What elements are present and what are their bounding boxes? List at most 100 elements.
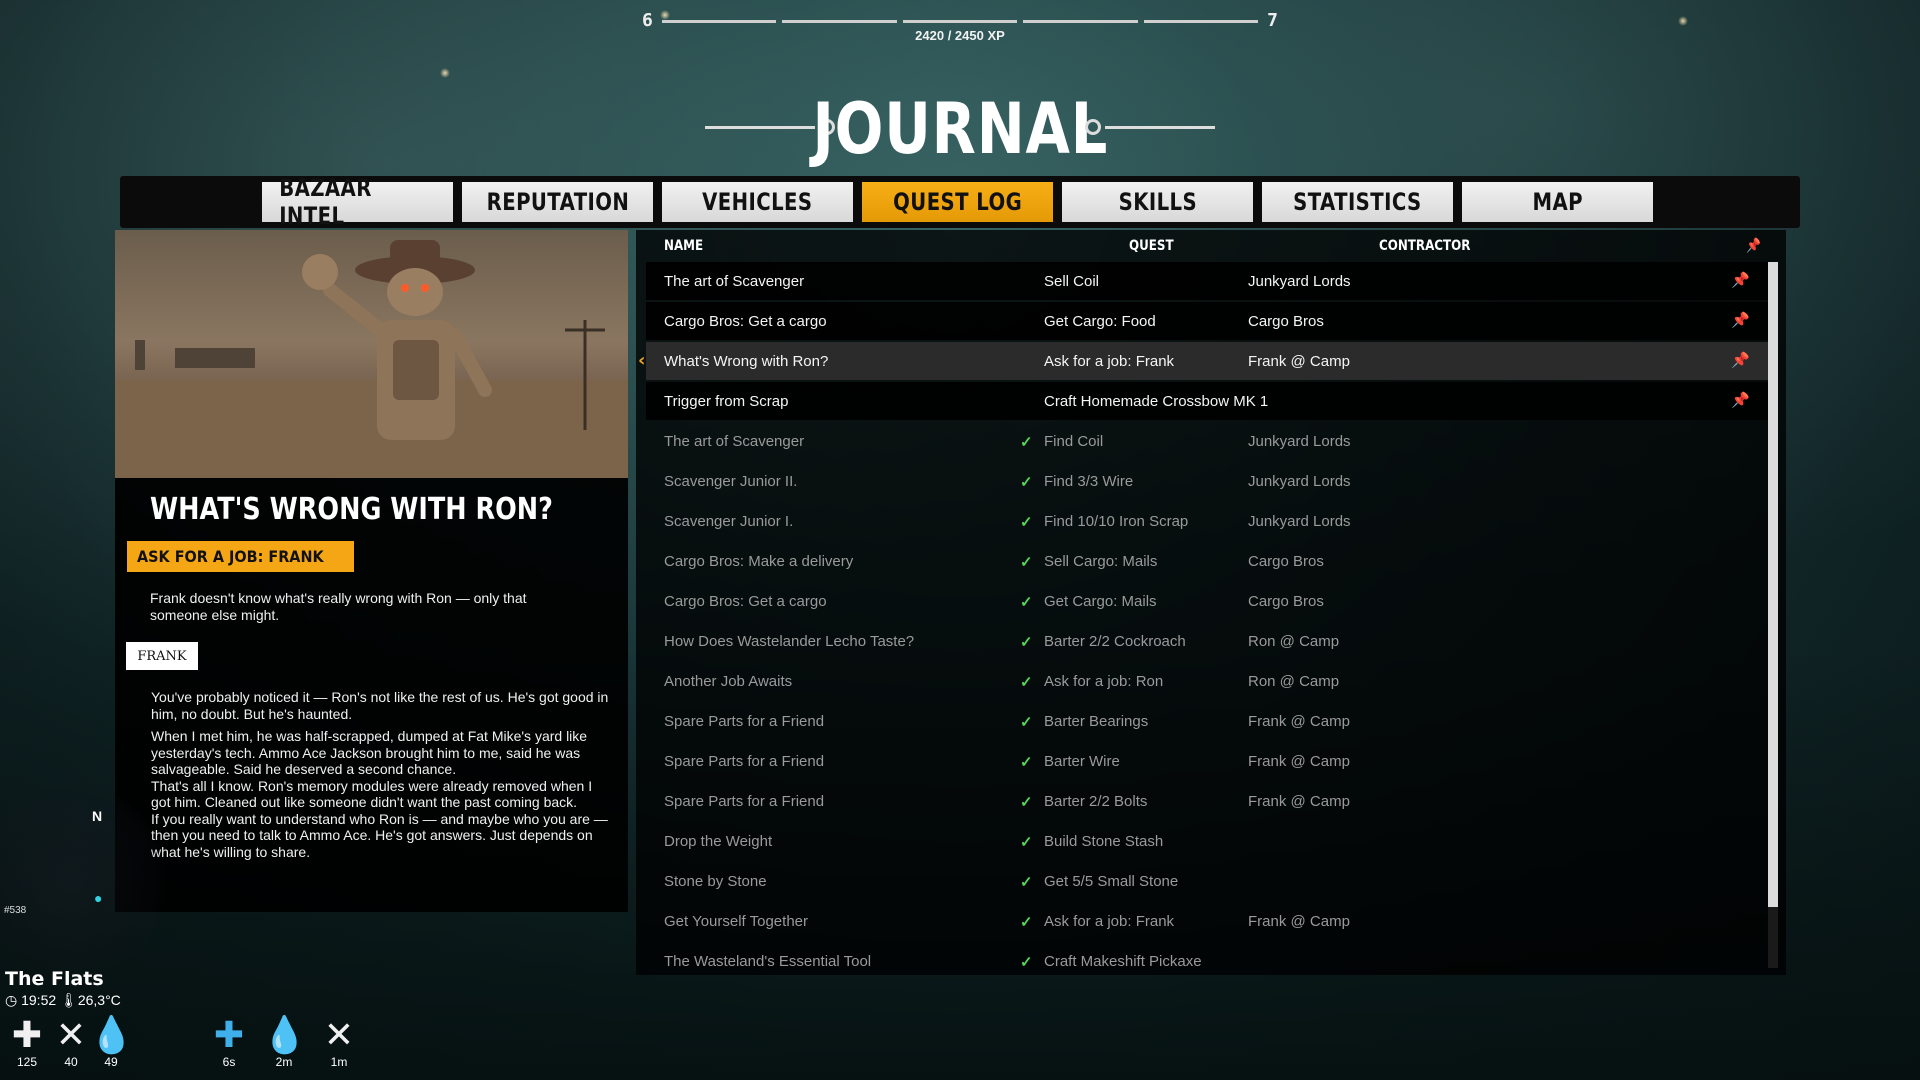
- tab-reputation[interactable]: REPUTATION: [462, 182, 653, 222]
- time-value: 19:52: [21, 992, 57, 1008]
- column-header-quest[interactable]: QUEST: [1129, 238, 1174, 254]
- quest-name: How Does Wastelander Lecho Taste?: [664, 633, 915, 650]
- pin-icon[interactable]: 📌: [1731, 271, 1750, 289]
- quest-dialog: You've probably noticed it — Ron's not l…: [151, 689, 611, 860]
- column-header-contractor[interactable]: CONTRACTOR: [1379, 238, 1470, 254]
- tab-statistics[interactable]: STATISTICS: [1262, 182, 1453, 222]
- scrollbar-thumb[interactable]: [1768, 262, 1778, 907]
- clock-icon: ◷: [5, 992, 18, 1008]
- quest-objective: Get Cargo: Mails: [1044, 593, 1157, 610]
- stat-value: 125: [16, 1055, 38, 1069]
- quest-objective: Get 5/5 Small Stone: [1044, 873, 1179, 890]
- tab-label: BAZAAR INTEL: [279, 174, 372, 230]
- table-row[interactable]: Get Yourself Together ✓ Ask for a job: Fra…: [646, 902, 1778, 940]
- water-stat: 💧 49: [89, 1014, 134, 1070]
- quest-objective: Barter Wire: [1044, 753, 1120, 770]
- table-row[interactable]: How Does Wastelander Lecho Taste? ✓ Barter…: [646, 622, 1778, 660]
- quest-name: Stone by Stone: [664, 873, 767, 890]
- tab-label: STATISTICS: [1293, 188, 1422, 216]
- xp-bar: 6 7 2420 / 2450 XP: [640, 10, 1280, 50]
- column-header-name[interactable]: NAME: [664, 238, 703, 254]
- quest-objective: Find 10/10 Iron Scrap: [1044, 513, 1189, 530]
- pin-icon[interactable]: 📌: [1731, 311, 1750, 329]
- table-row[interactable]: Drop the Weight ✓ Build Stone Stash: [646, 822, 1778, 860]
- title-ornament-right: [1105, 126, 1215, 129]
- quest-illustration: [115, 230, 628, 478]
- table-row[interactable]: Cargo Bros: Make a delivery ✓ Sell Cargo: …: [646, 542, 1778, 580]
- food-icon: ✕: [55, 1014, 87, 1055]
- completed-check-icon: ✓: [1020, 674, 1033, 691]
- table-row[interactable]: Spare Parts for a Friend ✓ Barter Bearings…: [646, 702, 1778, 740]
- firefly: [440, 68, 450, 78]
- pin-column-icon[interactable]: 📌: [1746, 238, 1761, 254]
- quest-name: Spare Parts for a Friend: [664, 793, 825, 810]
- tab-quest-log[interactable]: QUEST LOG: [862, 182, 1053, 222]
- quest-name: Scavenger Junior I.: [664, 513, 794, 530]
- table-row[interactable]: Trigger from Scrap Craft Homemade Crossbo…: [646, 382, 1778, 420]
- health-stat: ✚ 125: [5, 1015, 49, 1070]
- table-row[interactable]: The art of Scavenger ✓ Find Coil Junkyard L…: [646, 422, 1778, 460]
- hydration-buff-icon: 💧: [262, 1014, 307, 1055]
- stat-value: 1m: [330, 1055, 348, 1069]
- quest-objective: Get Cargo: Food: [1044, 313, 1156, 330]
- completed-check-icon: ✓: [1020, 714, 1033, 731]
- quest-name: Spare Parts for a Friend: [664, 753, 825, 770]
- tab-bazaar-intel[interactable]: BAZAAR INTEL: [262, 174, 453, 230]
- table-row[interactable]: The art of Scavenger Sell Coil Junkyard Lo…: [646, 262, 1778, 300]
- water-icon: 💧: [89, 1014, 134, 1055]
- pin-icon[interactable]: 📌: [1731, 391, 1750, 409]
- quest-heading: WHAT'S WRONG WITH RON?: [150, 492, 553, 527]
- table-row[interactable]: Scavenger Junior II. ✓ Find 3/3 Wire Junkya…: [646, 462, 1778, 500]
- table-row[interactable]: Spare Parts for a Friend ✓ Barter Wire Fran…: [646, 742, 1778, 780]
- completed-check-icon: ✓: [1020, 914, 1033, 931]
- tab-map[interactable]: MAP: [1462, 182, 1653, 222]
- tab-vehicles[interactable]: VEHICLES: [662, 182, 853, 222]
- table-row[interactable]: The Wasteland's Essential Tool ✓ Craft Mak…: [646, 942, 1778, 980]
- tab-label: MAP: [1532, 188, 1583, 216]
- table-row[interactable]: Another Job Awaits ✓ Ask for a job: Ron Ron…: [646, 662, 1778, 700]
- table-row[interactable]: ‹ What's Wrong with Ron? Ask for a job: Fr…: [638, 342, 1778, 380]
- selected-arrow-icon: ‹: [638, 350, 646, 371]
- quest-table: NAME QUEST CONTRACTOR 📌 The art of Scave…: [636, 230, 1786, 975]
- quest-detail-panel: WHAT'S WRONG WITH RON? ASK FOR A JOB: FR…: [115, 230, 628, 912]
- quest-contractor: Frank @ Camp: [1248, 753, 1350, 770]
- quest-name: What's Wrong with Ron?: [664, 353, 829, 370]
- quest-name: The art of Scavenger: [664, 273, 805, 290]
- tab-skills[interactable]: SKILLS: [1062, 182, 1253, 222]
- completed-check-icon: ✓: [1020, 594, 1033, 611]
- quest-objective: Craft Homemade Crossbow MK 1: [1044, 393, 1269, 410]
- quest-name: Drop the Weight: [664, 833, 773, 850]
- stat-value: 2m: [275, 1055, 293, 1069]
- temperature-value: 26,3°C: [77, 992, 121, 1008]
- quest-name: Spare Parts for a Friend: [664, 713, 825, 730]
- tab-label: QUEST LOG: [892, 188, 1023, 216]
- tab-label: SKILLS: [1118, 188, 1197, 216]
- xp-segment: [662, 20, 777, 23]
- dialog-paragraph: That's all I know. Ron's memory modules …: [151, 777, 593, 811]
- quest-objective: Ask for a job: Ron: [1044, 673, 1164, 690]
- quest-name: Another Job Awaits: [664, 673, 793, 690]
- quest-contractor: Junkyard Lords: [1248, 433, 1351, 450]
- quest-contractor: Ron @ Camp: [1248, 673, 1340, 690]
- title-ring-right-icon: [1085, 119, 1101, 135]
- table-row[interactable]: Stone by Stone ✓ Get 5/5 Small Stone: [646, 862, 1778, 900]
- food-stat: ✕ 40: [49, 1014, 93, 1070]
- table-header: NAME QUEST CONTRACTOR 📌: [636, 230, 1786, 262]
- pin-icon[interactable]: 📌: [1731, 351, 1750, 369]
- quest-contractor: Junkyard Lords: [1248, 473, 1351, 490]
- tab-label: VEHICLES: [702, 188, 813, 216]
- xp-segments: [662, 20, 1259, 23]
- journal-title-block: JOURNAL: [0, 88, 1920, 170]
- table-row[interactable]: Cargo Bros: Get a cargo ✓ Get Cargo: Mails…: [646, 582, 1778, 620]
- thermometer-icon: 🌡: [60, 992, 78, 1008]
- quest-contractor: Frank @ Camp: [1248, 913, 1350, 930]
- quest-contractor: Junkyard Lords: [1248, 273, 1351, 290]
- completed-check-icon: ✓: [1020, 794, 1033, 811]
- table-row[interactable]: Cargo Bros: Get a cargo Get Cargo: Food Ca…: [646, 302, 1778, 340]
- quest-contractor: Frank @ Camp: [1248, 353, 1350, 370]
- quest-name: Trigger from Scrap: [664, 393, 789, 410]
- food-buff-stat: ✕ 1m: [317, 1015, 361, 1070]
- quest-objective: Ask for a job: Frank: [1044, 913, 1175, 930]
- table-row[interactable]: Scavenger Junior I. ✓ Find 10/10 Iron Scra…: [646, 502, 1778, 540]
- table-row[interactable]: Spare Parts for a Friend ✓ Barter 2/2 Bolt…: [646, 782, 1778, 820]
